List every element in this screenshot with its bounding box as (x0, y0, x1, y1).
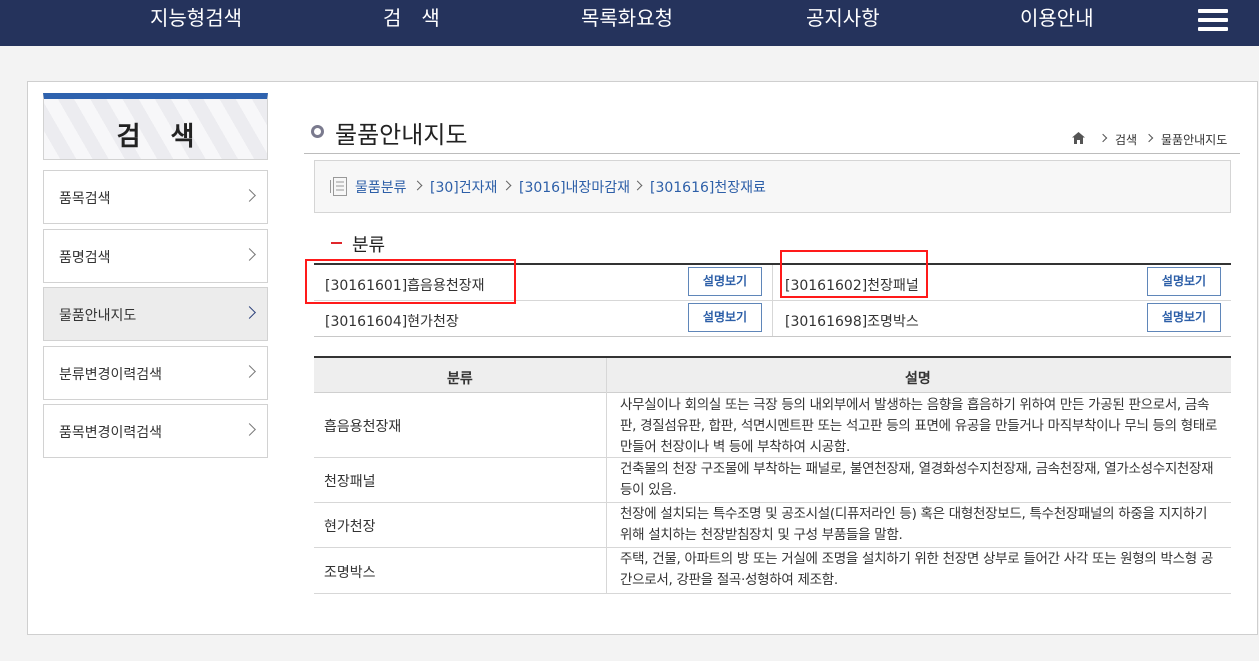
row-description: 건축물의 천장 구조물에 부착하는 패널로, 불연천장재, 열경화성수지천장재,… (620, 461, 1214, 498)
sidebar-title-text: 검색 (116, 122, 225, 152)
path-goods-classification[interactable]: 물품분류 (355, 177, 407, 197)
section-title: 분류 (352, 235, 386, 256)
table-row: 천장패널 건축물의 천장 구조물에 부착하는 패널로, 불연천장재, 열경화성수… (314, 458, 1231, 503)
row-category: 조명박스 (324, 565, 376, 581)
sidebar-item-label: 품명검색 (59, 250, 111, 266)
nav-user-guide[interactable]: 이용안내 (1020, 4, 1094, 34)
grid-bottom-border (314, 336, 1231, 337)
path-ceiling-materials[interactable]: [301616]천장재료 (650, 177, 766, 197)
nav-search[interactable]: 검 색 (383, 4, 440, 34)
view-description-button[interactable]: 설명보기 (688, 303, 762, 332)
row-category: 천장패널 (324, 474, 376, 490)
sidebar-item-label: 품목검색 (59, 191, 111, 207)
breadcrumb-search[interactable]: 검색 (1115, 131, 1137, 148)
table-header-description: 설명 (905, 371, 931, 387)
table-header-category: 분류 (447, 371, 473, 387)
path-construction-materials[interactable]: [30]건자재 (430, 177, 497, 197)
sidebar-item-label: 품목변경이력검색 (59, 425, 163, 441)
category-name: [30161604]현가천장 (325, 314, 459, 330)
title-divider (304, 153, 1240, 154)
chevron-right-icon (243, 306, 256, 319)
home-icon[interactable] (1072, 132, 1085, 144)
grid-column-divider (772, 265, 773, 336)
sidebar-title: 검색 (43, 93, 268, 160)
row-description: 천장에 설치되는 특수조명 및 공조시설(디퓨저라인 등) 혹은 대형천장보드,… (620, 506, 1208, 543)
chevron-right-icon (243, 365, 256, 378)
sidebar-item-item-search[interactable]: 품목검색 (43, 170, 268, 224)
category-name: [30161698]조명박스 (785, 314, 919, 330)
table-row: 현가천장 천장에 설치되는 특수조명 및 공조시설(디퓨저라인 등) 혹은 대형… (314, 503, 1231, 548)
table-header: 분류 설명 (314, 358, 1231, 393)
chevron-right-icon (243, 423, 256, 436)
hamburger-menu-icon[interactable] (1198, 9, 1228, 33)
nav-intelligent-search[interactable]: 지능형검색 (150, 4, 242, 34)
sidebar-item-label: 물품안내지도 (59, 308, 137, 324)
highlight-box (305, 259, 516, 304)
path-interior-finishing[interactable]: [3016]내장마감재 (519, 177, 630, 197)
row-category: 흡음용천장재 (324, 419, 402, 435)
sidebar-item-item-history-search[interactable]: 품목변경이력검색 (43, 404, 268, 458)
highlight-box (780, 250, 928, 298)
view-description-button[interactable]: 설명보기 (688, 267, 762, 296)
row-description: 사무실이나 회의실 또는 극장 등의 내외부에서 발생하는 음향을 흡음하기 위… (620, 397, 1218, 455)
nav-notices[interactable]: 공지사항 (806, 4, 880, 34)
sidebar-item-product-name-search[interactable]: 품명검색 (43, 229, 268, 283)
view-description-button[interactable]: 설명보기 (1147, 303, 1221, 332)
table-column-divider (606, 358, 607, 594)
table-row: 조명박스 주택, 건물, 아파트의 방 또는 거실에 조명을 설치하기 위한 천… (314, 548, 1231, 594)
nav-catalog-request[interactable]: 목록화요청 (581, 4, 673, 34)
section-dash-icon (331, 242, 342, 244)
sidebar-item-label: 분류변경이력검색 (59, 367, 163, 383)
title-bullet-icon (311, 125, 324, 138)
sidebar-item-classification-history-search[interactable]: 분류변경이력검색 (43, 346, 268, 400)
row-category: 현가천장 (324, 519, 376, 535)
page-title: 물품안내지도 (335, 121, 468, 149)
chevron-right-icon (243, 248, 256, 261)
sidebar-item-goods-guide-map[interactable]: 물품안내지도 (43, 287, 268, 341)
row-description: 주택, 건물, 아파트의 방 또는 거실에 조명을 설치하기 위한 천장면 상부… (620, 551, 1214, 588)
table-row: 흡음용천장재 사무실이나 회의실 또는 극장 등의 내외부에서 발생하는 음향을… (314, 394, 1231, 458)
document-list-icon (330, 177, 347, 196)
breadcrumb-current[interactable]: 물품안내지도 (1161, 131, 1227, 148)
top-navigation-bar: 지능형검색 검 색 목록화요청 공지사항 이용안내 (0, 0, 1259, 46)
chevron-right-icon (243, 189, 256, 202)
view-description-button[interactable]: 설명보기 (1147, 267, 1221, 296)
